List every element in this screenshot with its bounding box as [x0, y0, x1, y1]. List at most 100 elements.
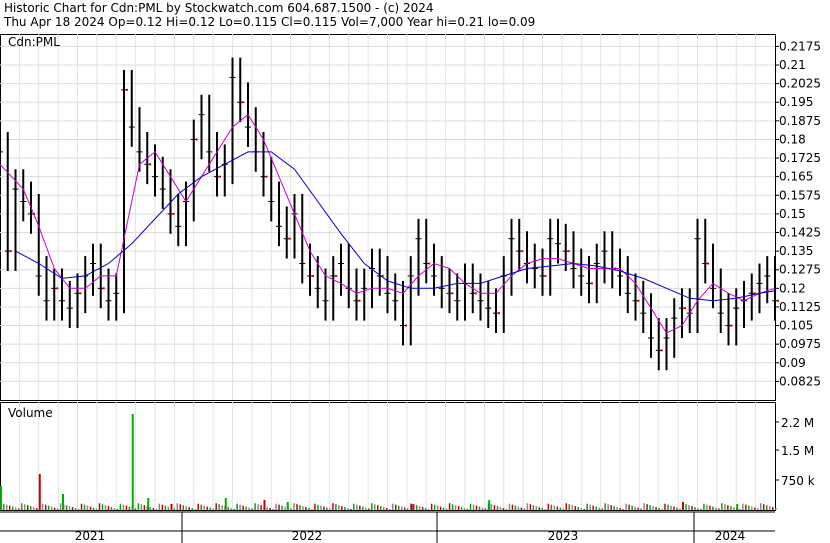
y-tick-label: 0.0975 — [779, 337, 821, 351]
price-mark — [288, 237, 291, 240]
volume-bar — [493, 505, 496, 510]
volume-bar — [377, 505, 379, 510]
volume-bar — [32, 507, 35, 510]
volume-bar — [119, 503, 122, 510]
volume-bar — [155, 509, 158, 510]
volume-bar — [565, 503, 568, 510]
volume-bar — [607, 504, 609, 510]
volume-bar — [538, 507, 541, 510]
volume-bar — [469, 503, 472, 510]
volume-bar — [347, 508, 349, 510]
volume-bar — [679, 508, 681, 510]
volume-bar — [92, 507, 95, 510]
volume-bar — [200, 504, 202, 510]
volume-bar — [505, 509, 508, 510]
volume-bar — [128, 506, 131, 510]
price-mark — [498, 312, 500, 315]
volume-bar — [152, 508, 155, 510]
volume-bar — [44, 504, 47, 510]
price-mark — [521, 250, 524, 253]
price-mark — [637, 299, 640, 302]
volume-bar — [754, 507, 756, 510]
volume-bar — [406, 508, 409, 510]
volume-bar — [143, 505, 146, 510]
volume-bar — [35, 508, 38, 510]
volume-bar — [433, 504, 436, 510]
volume-bar — [550, 504, 553, 510]
volume-bar — [697, 508, 699, 510]
volume-bar — [275, 503, 277, 510]
volume-bar — [718, 508, 720, 510]
volume-bar — [125, 505, 128, 510]
y-tick-label: 0.12 — [779, 281, 806, 295]
price-mark — [544, 274, 547, 277]
volume-bar — [20, 503, 23, 510]
volume-bar — [227, 507, 229, 510]
volume-bar — [418, 506, 421, 510]
volume-bar — [260, 505, 262, 510]
volume-bar — [646, 504, 648, 510]
volume-bar — [745, 504, 747, 510]
volume-bar — [236, 503, 238, 510]
price-mark — [172, 212, 175, 215]
volume-bar — [362, 506, 364, 510]
x-axis-year-label: 2023 — [548, 529, 579, 543]
volume-bar — [601, 508, 603, 510]
volume-bar — [727, 505, 729, 510]
volume-bar — [625, 503, 627, 510]
volume-bar — [122, 504, 125, 510]
volume-bar — [203, 505, 205, 510]
volume-bar — [502, 508, 505, 510]
volume-bar — [694, 507, 696, 510]
volume-bar — [269, 508, 271, 510]
volume-bar — [98, 503, 101, 510]
volume-bar — [592, 505, 594, 510]
y-tick-label: 0.21 — [779, 58, 806, 72]
volume-bar — [490, 504, 493, 510]
volume-bar — [547, 503, 550, 510]
volume-bar — [104, 505, 107, 510]
volume-bar — [365, 507, 367, 510]
volume-bar — [403, 507, 406, 510]
volume-bar — [56, 508, 59, 510]
y-tick-label: 0.105 — [779, 319, 813, 333]
y-tick-label: 0.1275 — [779, 263, 821, 277]
y-tick-label: 0.165 — [779, 170, 813, 184]
volume-spike-bar — [38, 474, 41, 510]
volume-bar — [619, 508, 621, 510]
volume-spike-bar — [488, 500, 491, 510]
volume-bar — [185, 506, 188, 510]
volume-bar — [5, 504, 8, 510]
volume-bar — [380, 506, 382, 510]
volume-bar — [110, 507, 113, 510]
price-mark — [79, 292, 82, 295]
volume-bar — [323, 506, 325, 510]
volume-bar — [622, 509, 624, 510]
volume-spike-bar — [170, 504, 173, 510]
volume-bar — [574, 506, 577, 510]
volume-bar — [107, 506, 110, 510]
volume-bar — [457, 506, 460, 510]
volume-bar — [350, 509, 352, 510]
volume-bar — [703, 503, 705, 510]
price-mark — [219, 175, 221, 178]
volume-panel: Volume 2.2 M 1.5 M 750 k — [0, 402, 815, 511]
volume-bar — [526, 503, 529, 510]
volume-bar — [598, 507, 600, 510]
price-mark — [126, 88, 128, 91]
volume-bar — [188, 507, 191, 510]
volume-bar — [427, 509, 430, 510]
price-mark — [660, 349, 663, 352]
volume-spike-bar — [131, 414, 134, 510]
volume-bar — [305, 507, 307, 510]
volume-bar — [332, 503, 334, 510]
volume-bar — [421, 507, 424, 510]
volume-bar — [29, 506, 32, 510]
volume-bar — [11, 506, 14, 510]
volume-bar — [553, 505, 556, 510]
volume-bar — [245, 506, 247, 510]
volume-bar — [448, 503, 451, 510]
volume-bar — [137, 503, 140, 510]
volume-tick-label: 1.5 M — [781, 444, 814, 458]
price-mark — [265, 175, 268, 178]
